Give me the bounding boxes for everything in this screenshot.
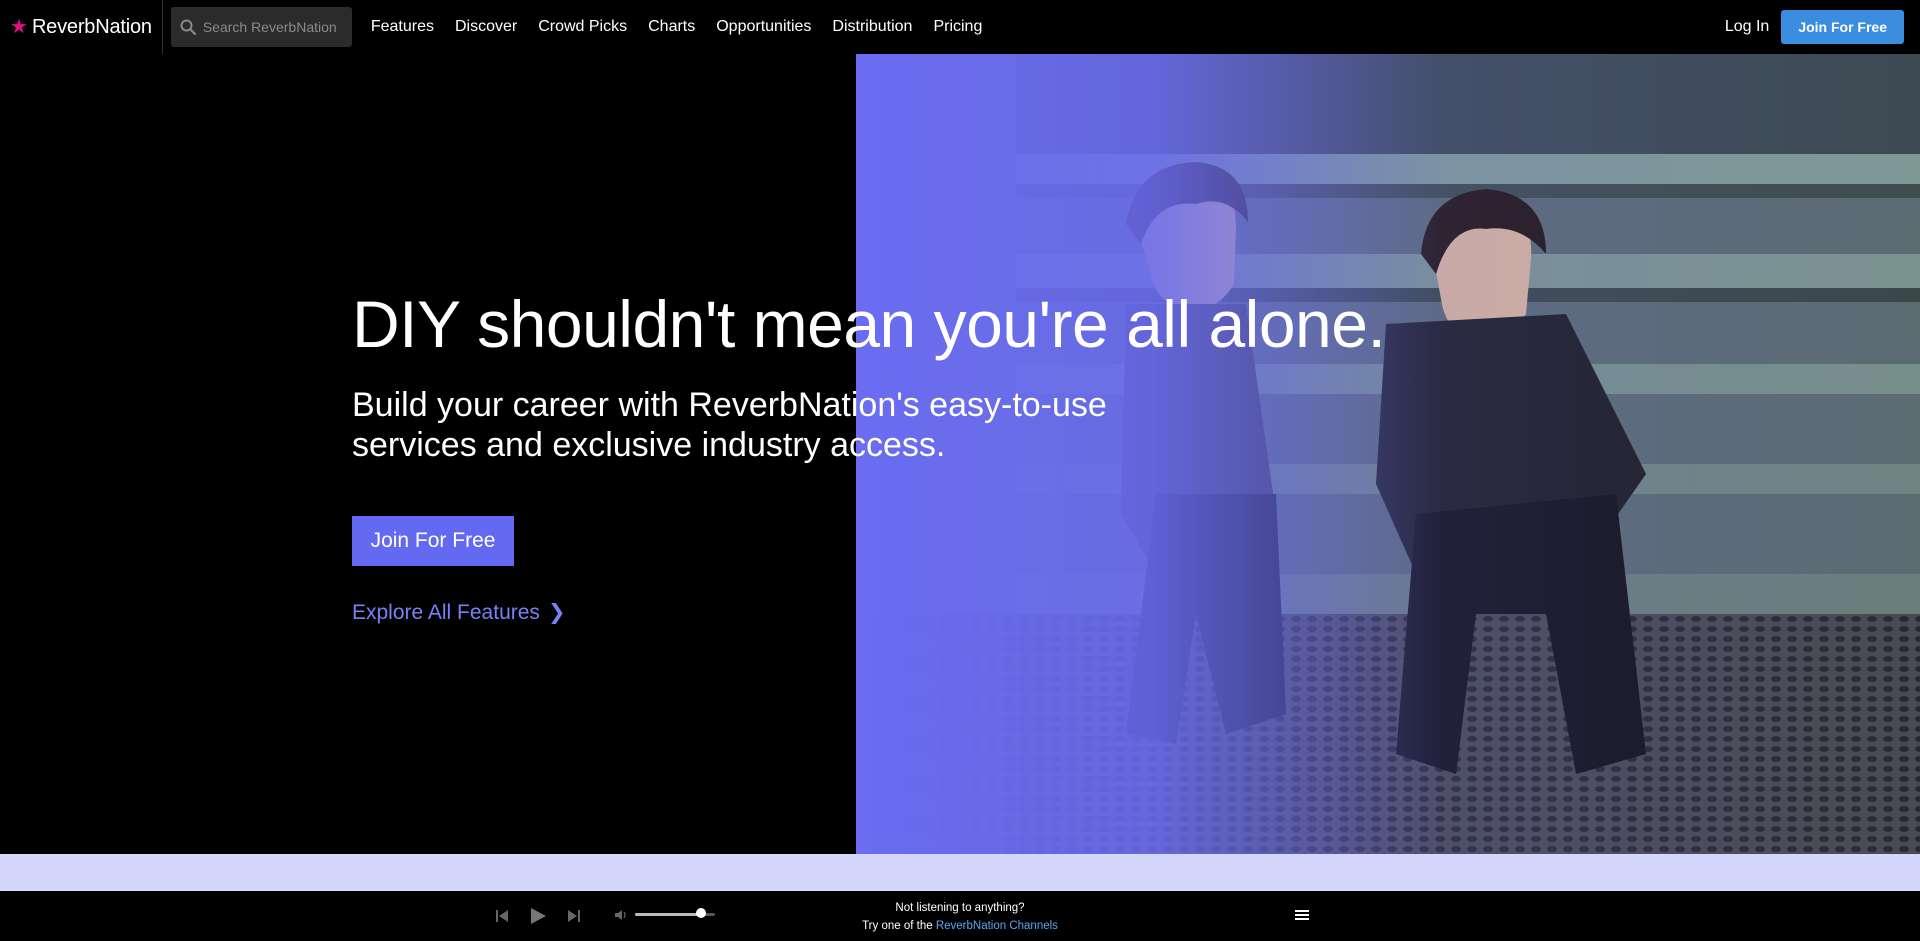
star-icon: ★: [10, 16, 28, 38]
player-bar: Not listening to anything? Try one of th…: [0, 891, 1920, 941]
chevron-right-icon: ❯: [547, 601, 566, 624]
player-message-line1: Not listening to anything?: [895, 902, 1025, 914]
search-icon: [180, 19, 196, 36]
nav-right: Log In Join For Free: [1725, 10, 1920, 44]
explore-label: Explore All Features: [352, 601, 540, 624]
volume-icon[interactable]: [614, 908, 628, 922]
logo-text: ReverbNation: [31, 15, 152, 38]
hero-headline: DIY shouldn't mean you're all alone.: [352, 287, 1386, 361]
explore-features-link[interactable]: Explore All Features ❯: [352, 600, 566, 625]
nav-features[interactable]: Features: [371, 18, 434, 36]
channels-link[interactable]: ReverbNation Channels: [936, 920, 1058, 932]
login-link[interactable]: Log In: [1725, 18, 1769, 36]
nav-pricing[interactable]: Pricing: [933, 18, 982, 36]
player-message: Not listening to anything? Try one of th…: [760, 899, 1160, 935]
search-box: [170, 7, 352, 47]
nav-distribution[interactable]: Distribution: [832, 18, 912, 36]
player-message-prefix: Try one of the: [862, 920, 936, 932]
hero-subhead: Build your career with ReverbNation's ea…: [352, 386, 1107, 464]
hero-join-button[interactable]: Join For Free: [352, 516, 514, 566]
section-band: [0, 854, 1920, 891]
hero: DIY shouldn't mean you're all alone. Bui…: [0, 54, 1920, 854]
logo[interactable]: ★ ReverbNation: [0, 0, 163, 54]
nav-charts[interactable]: Charts: [648, 18, 695, 36]
join-button[interactable]: Join For Free: [1781, 10, 1904, 44]
play-icon[interactable]: [527, 905, 549, 927]
previous-icon[interactable]: [491, 905, 513, 927]
menu-icon[interactable]: [1295, 908, 1309, 922]
nav-links: Features Discover Crowd Picks Charts Opp…: [371, 18, 1004, 36]
volume-knob[interactable]: [695, 908, 706, 918]
nav-opportunities[interactable]: Opportunities: [716, 18, 811, 36]
nav-crowd-picks[interactable]: Crowd Picks: [538, 18, 627, 36]
volume-fill: [635, 913, 701, 916]
player-message-line2: Try one of the ReverbNation Channels: [760, 917, 1160, 935]
search-input[interactable]: [202, 19, 343, 35]
top-nav: ★ ReverbNation Features Discover Crowd P…: [0, 0, 1920, 54]
next-icon[interactable]: [563, 905, 585, 927]
nav-discover[interactable]: Discover: [455, 18, 517, 36]
